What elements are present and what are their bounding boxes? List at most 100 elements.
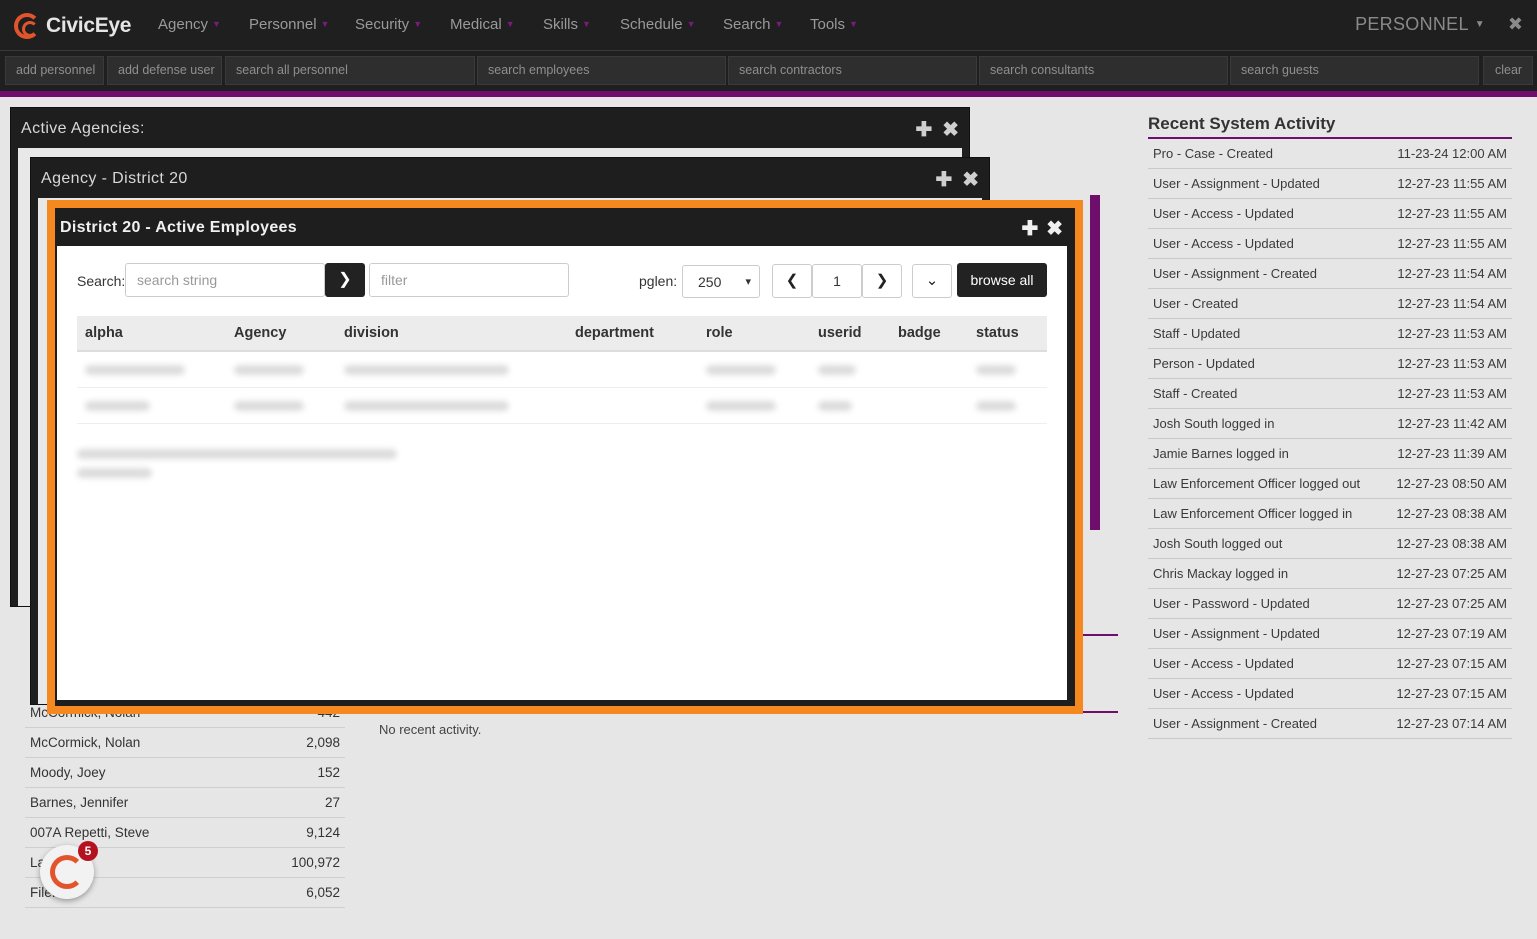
activity-row[interactable]: Staff - Updated 12-27-23 11:53 AM <box>1148 319 1512 349</box>
chevron-right-icon: ❯ <box>875 272 889 289</box>
activity-event: Josh South logged out <box>1153 536 1283 551</box>
activity-row[interactable]: Law Enforcement Officer logged in 12-27-2… <box>1148 499 1512 529</box>
close-icon[interactable]: ✖ <box>962 169 979 191</box>
column-header-status[interactable]: status <box>976 325 1019 341</box>
activity-row[interactable]: User - Assignment - Updated 12-27-23 07:1… <box>1148 619 1512 649</box>
app-logo[interactable]: CivicEye <box>14 12 131 40</box>
activity-row[interactable]: Staff - Created 12-27-23 11:53 AM <box>1148 379 1512 409</box>
pglen-select[interactable]: 250 ▾ <box>682 265 760 298</box>
activity-row[interactable]: Josh South logged in 12-27-23 11:42 AM <box>1148 409 1512 439</box>
list-item[interactable]: Moody, Joey 152 <box>25 758 345 788</box>
activity-row[interactable]: Chris Mackay logged in 12-27-23 07:25 AM <box>1148 559 1512 589</box>
activity-row[interactable]: User - Created 12-27-23 11:54 AM <box>1148 289 1512 319</box>
activity-row[interactable]: User - Assignment - Created 12-27-23 07:1… <box>1148 709 1512 739</box>
nav-personnel[interactable]: Personnel ▼ <box>249 16 329 33</box>
activity-event: User - Access - Updated <box>1153 206 1294 221</box>
chevron-left-icon: ❮ <box>785 272 799 289</box>
active-employees-window: District 20 - Active Employees ✚ ✖ Search… <box>47 200 1083 714</box>
nav-skills[interactable]: Skills ▼ <box>543 16 591 33</box>
pglen-label: pglen: <box>639 273 678 289</box>
search-go-button[interactable]: ❯ <box>325 263 365 297</box>
maximize-icon[interactable]: ✚ <box>935 169 952 191</box>
activity-row[interactable]: Law Enforcement Officer logged out 12-27-… <box>1148 469 1512 499</box>
activity-time: 12-27-23 07:25 AM <box>1396 596 1507 611</box>
browse-all-button[interactable]: browse all <box>957 263 1047 297</box>
activity-row[interactable]: User - Access - Updated 12-27-23 07:15 AM <box>1148 679 1512 709</box>
activity-event: User - Assignment - Created <box>1153 266 1318 281</box>
activity-time: 12-27-23 07:15 AM <box>1396 656 1507 671</box>
activity-row[interactable]: Josh South logged out 12-27-23 08:38 AM <box>1148 529 1512 559</box>
activity-event: User - Access - Updated <box>1153 656 1294 671</box>
search-consultants-input[interactable]: search consultants <box>979 56 1228 85</box>
column-header-userid[interactable]: userid <box>818 325 862 341</box>
activity-row[interactable]: Jamie Barnes logged in 12-27-23 11:39 AM <box>1148 439 1512 469</box>
close-icon[interactable]: ✖ <box>1046 218 1063 240</box>
nav-search[interactable]: Search ▼ <box>723 16 783 33</box>
activity-row[interactable]: Person - Updated 12-27-23 11:53 AM <box>1148 349 1512 379</box>
activity-time: 11-23-24 12:00 AM <box>1397 146 1507 161</box>
activity-row[interactable]: Pro - Case - Created 11-23-24 12:00 AM <box>1148 139 1512 169</box>
column-header-agency[interactable]: Agency <box>234 325 286 341</box>
nav-medical[interactable]: Medical ▼ <box>450 16 515 33</box>
list-item[interactable]: Barnes, Jennifer 27 <box>25 788 345 818</box>
clear-button[interactable]: clear <box>1483 56 1533 85</box>
column-header-alpha[interactable]: alpha <box>85 325 123 341</box>
chevron-down-icon: ⌄ <box>925 272 939 289</box>
activity-row[interactable]: User - Access - Updated 12-27-23 11:55 AM <box>1148 199 1512 229</box>
search-input[interactable]: search string <box>125 263 325 297</box>
chevron-down-icon: ▾ <box>745 276 751 288</box>
activity-event: Law Enforcement Officer logged in <box>1153 506 1353 521</box>
app-name: CivicEye <box>46 14 132 37</box>
activity-time: 12-27-23 11:53 AM <box>1397 386 1507 401</box>
column-header-role[interactable]: role <box>706 325 733 341</box>
activity-list: Pro - Case - Created 11-23-24 12:00 AM Use… <box>1148 139 1512 739</box>
list-item[interactable]: 007A Repetti, Steve 9,124 <box>25 818 345 848</box>
add-personnel-button[interactable]: add personnel <box>5 56 104 85</box>
activity-event: Law Enforcement Officer logged out <box>1153 476 1361 491</box>
activity-row[interactable]: User - Access - Updated 12-27-23 07:15 AM <box>1148 649 1512 679</box>
table-row[interactable] <box>77 352 1047 388</box>
nav-agency[interactable]: Agency ▼ <box>158 16 221 33</box>
table-row[interactable] <box>77 388 1047 424</box>
activity-event: Person - Updated <box>1153 356 1255 371</box>
activity-row[interactable]: User - Assignment - Updated 12-27-23 11:5… <box>1148 169 1512 199</box>
nav-tools[interactable]: Tools ▼ <box>810 16 858 33</box>
caret-down-icon: ▼ <box>320 19 330 29</box>
close-icon[interactable]: ✖ <box>942 119 959 141</box>
nav-schedule[interactable]: Schedule ▼ <box>620 16 695 33</box>
page-number-input[interactable]: 1 <box>812 264 862 298</box>
purple-stripe <box>1090 195 1100 530</box>
window-title: Agency - District 20 <box>41 170 188 187</box>
nav-security[interactable]: Security ▼ <box>355 16 422 33</box>
activity-time: 12-27-23 07:14 AM <box>1396 716 1507 731</box>
search-contractors-input[interactable]: search contractors <box>728 56 977 85</box>
next-page-button[interactable]: ❯ <box>862 264 902 298</box>
activity-event: User - Access - Updated <box>1153 686 1294 701</box>
prev-page-button[interactable]: ❮ <box>772 264 812 298</box>
civiceye-logo-icon <box>14 13 40 39</box>
section-dropdown[interactable]: PERSONNEL ▼ <box>1355 14 1485 35</box>
notification-count-badge: 5 <box>78 841 98 861</box>
search-employees-input[interactable]: search employees <box>477 56 726 85</box>
caret-down-icon: ▼ <box>849 19 858 29</box>
column-header-division[interactable]: division <box>344 325 399 341</box>
notifications-button[interactable]: 5 <box>40 841 98 899</box>
column-header-badge[interactable]: badge <box>898 325 941 341</box>
close-icon[interactable]: ✖ <box>1508 14 1523 35</box>
search-guests-input[interactable]: search guests <box>1230 56 1479 85</box>
search-all-personnel-input[interactable]: search all personnel <box>225 56 475 85</box>
activity-row[interactable]: User - Password - Updated 12-27-23 07:25 … <box>1148 589 1512 619</box>
activity-row[interactable]: User - Access - Updated 12-27-23 11:55 AM <box>1148 229 1512 259</box>
expand-options-button[interactable]: ⌄ <box>912 264 952 298</box>
activity-time: 12-27-23 07:25 AM <box>1396 566 1507 581</box>
add-defense-user-button[interactable]: add defense user <box>107 56 222 85</box>
list-item[interactable]: McCormick, Nolan 2,098 <box>25 728 345 758</box>
activity-time: 12-27-23 11:54 AM <box>1397 296 1507 311</box>
column-header-department[interactable]: department <box>575 325 654 341</box>
maximize-icon[interactable]: ✚ <box>915 119 932 141</box>
caret-down-icon: ▼ <box>413 19 423 29</box>
activity-time: 12-27-23 08:38 AM <box>1396 506 1507 521</box>
maximize-icon[interactable]: ✚ <box>1021 218 1038 240</box>
filter-input[interactable]: filter <box>369 263 569 297</box>
activity-row[interactable]: User - Assignment - Created 12-27-23 11:5… <box>1148 259 1512 289</box>
